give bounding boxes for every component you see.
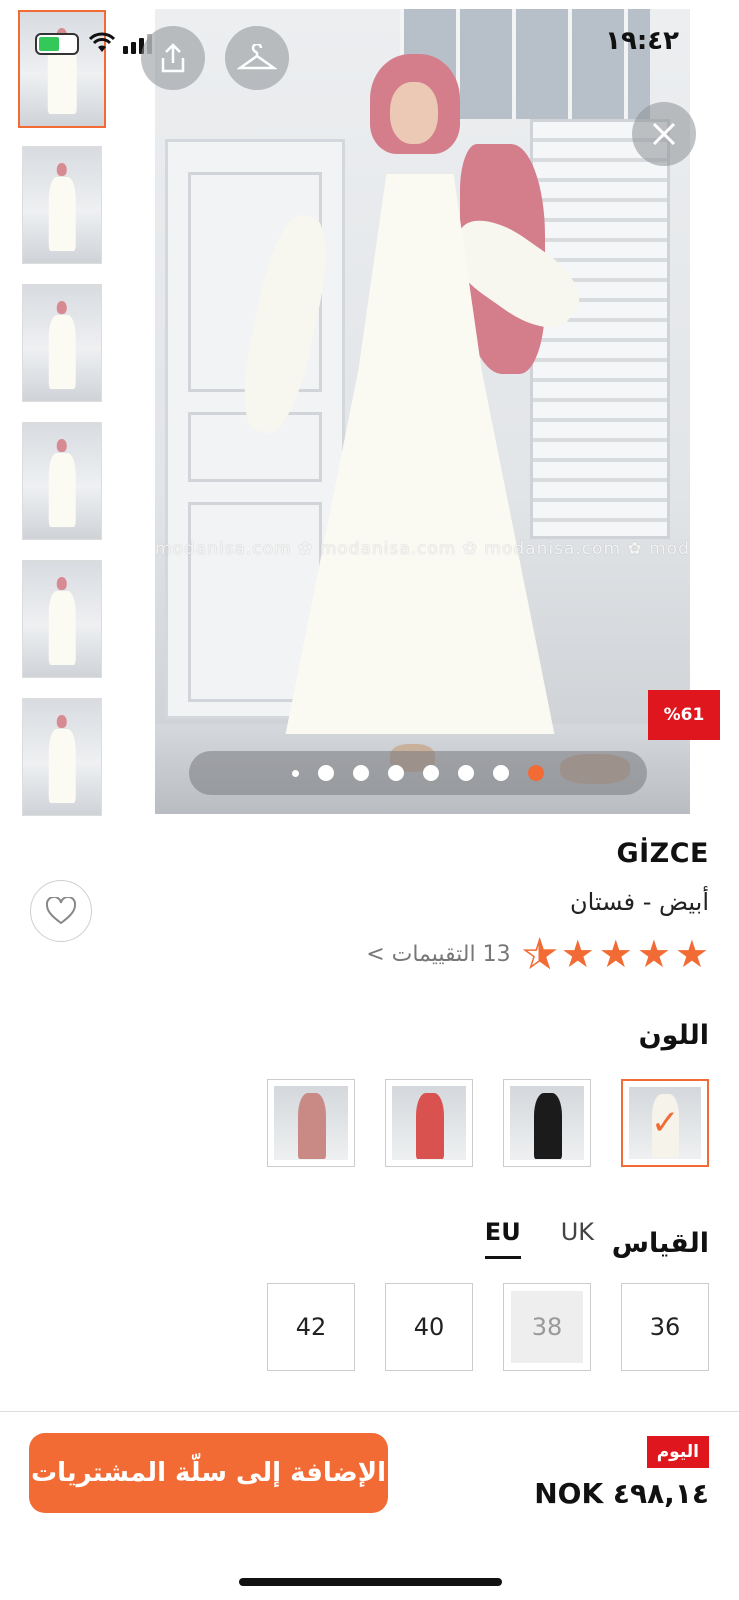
size-system-tabs: UK EU [484, 1218, 594, 1259]
product-main-image[interactable]: modanisa.com ✿ modanisa.com ✿ modanisa.c… [155, 9, 690, 814]
favorite-button[interactable] [30, 880, 92, 942]
star-half-icon: ★ [522, 932, 558, 976]
thumbnail-4[interactable] [22, 422, 102, 540]
pager-dot-1[interactable] [292, 769, 299, 777]
size-option[interactable]: 36 [621, 1283, 709, 1371]
rating-row[interactable]: 13 التقييمات > ★ ★ ★ ★ ★ [366, 932, 709, 976]
size-options: 36 38 40 42 [267, 1283, 709, 1371]
color-swatch-rose[interactable] [267, 1079, 355, 1167]
star-icon: ★ [598, 932, 633, 976]
heart-icon [46, 897, 76, 925]
home-indicator[interactable] [239, 1578, 502, 1586]
divider [0, 1411, 739, 1412]
color-section-title: اللون [638, 1020, 709, 1051]
price: NOK ٤٩٨,١٤ [534, 1477, 709, 1510]
pager-dot-3[interactable] [353, 765, 369, 781]
wardrobe-button[interactable] [225, 26, 289, 90]
color-swatch-white[interactable]: ✓ [621, 1079, 709, 1167]
close-button[interactable] [632, 102, 696, 166]
discount-badge: %61 [648, 690, 720, 740]
pager-dot-6[interactable] [458, 765, 474, 781]
tab-uk[interactable]: UK [561, 1218, 594, 1259]
model-figure [232, 54, 630, 784]
size-option-unavailable[interactable]: 38 [503, 1283, 591, 1371]
star-icon: ★ [636, 932, 671, 976]
color-swatch-black[interactable] [503, 1079, 591, 1167]
pager-dot-5[interactable] [423, 765, 439, 781]
size-section-title: القياس [611, 1228, 709, 1259]
star-icon: ★ [560, 932, 595, 976]
reviews-link[interactable]: 13 التقييمات > [366, 942, 510, 967]
pager-dot-4[interactable] [388, 765, 404, 781]
pager-dot-2[interactable] [318, 765, 334, 781]
check-icon: ✓ [651, 1103, 680, 1143]
thumbnail-1[interactable] [18, 10, 106, 128]
rating-stars: ★ ★ ★ ★ ★ [522, 932, 709, 976]
close-icon [652, 122, 676, 146]
size-option[interactable]: 40 [385, 1283, 473, 1371]
thumbnail-6[interactable] [22, 698, 102, 816]
today-badge: اليوم [646, 1436, 709, 1468]
brand-name[interactable]: GİZCE [616, 838, 709, 869]
image-pager [189, 751, 647, 795]
wifi-icon [88, 32, 116, 60]
thumbnail-3[interactable] [22, 284, 102, 402]
share-button[interactable] [141, 26, 205, 90]
watermark: modanisa.com ✿ modanisa.com ✿ modanisa.c… [155, 539, 690, 559]
add-to-cart-button[interactable]: الإضافة إلى سلّة المشتريات [29, 1433, 388, 1513]
pager-dot-7[interactable] [493, 765, 509, 781]
product-subtitle: أبيض - فستان [570, 888, 709, 916]
thumbnail-5[interactable] [22, 560, 102, 678]
tab-eu[interactable]: EU [484, 1218, 521, 1259]
hanger-icon [237, 44, 277, 70]
color-swatch-red[interactable] [385, 1079, 473, 1167]
share-icon [161, 43, 185, 73]
star-icon: ★ [674, 932, 709, 976]
pager-dot-8-active[interactable] [528, 765, 544, 781]
size-option[interactable]: 42 [267, 1283, 355, 1371]
thumbnail-2[interactable] [22, 146, 102, 264]
status-time: ١٩:٤٢ [605, 26, 679, 56]
battery-icon [35, 33, 79, 55]
color-swatches: ✓ [267, 1079, 709, 1167]
